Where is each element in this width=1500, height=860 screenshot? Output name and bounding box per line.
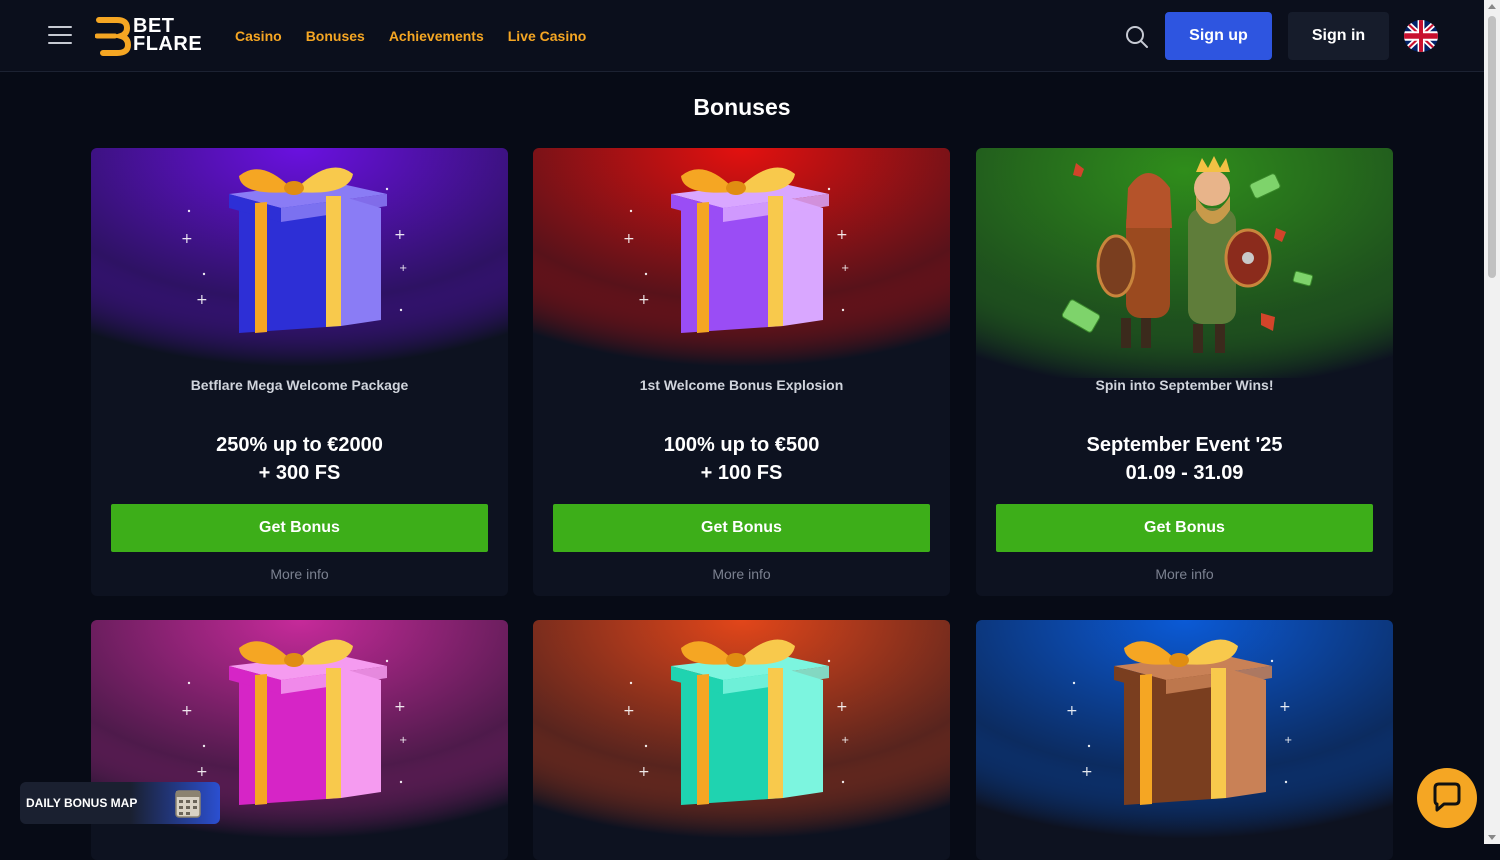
svg-text:+: + <box>1279 699 1291 715</box>
svg-text:+: + <box>394 227 406 243</box>
page-title: Bonuses <box>693 94 791 120</box>
bonus-subtitle: Spin into September Wins! <box>1095 377 1274 393</box>
page-scrollbar[interactable] <box>1484 0 1500 844</box>
svg-text:+: + <box>638 764 650 780</box>
bonus-card: + + + + <box>91 620 508 860</box>
svg-text:+: + <box>623 231 635 247</box>
svg-text:+: + <box>1081 764 1093 780</box>
svg-text:+: + <box>1066 703 1078 719</box>
svg-text:+: + <box>181 231 193 247</box>
bonus-offer: September Event '25 01.09 - 31.09 <box>976 431 1393 487</box>
svg-text:+: + <box>399 263 407 274</box>
svg-text:+: + <box>638 292 650 308</box>
sign-up-button[interactable]: Sign up <box>1165 12 1272 60</box>
nav-casino[interactable]: Casino <box>235 28 282 44</box>
main-nav: Casino Bonuses Achievements Live Casino <box>235 28 586 44</box>
svg-text:+: + <box>836 227 848 243</box>
calendar-map-icon <box>170 785 206 821</box>
bonus-card: + + + + 1st Welcome Bonus Explosion 100%… <box>533 148 950 596</box>
logo-mark-icon <box>94 17 132 56</box>
bonus-subtitle: 1st Welcome Bonus Explosion <box>639 377 844 393</box>
bonus-offer-line1: 100% up to €500 <box>663 434 820 456</box>
bonus-offer-line2: + 100 FS <box>700 462 783 484</box>
gift-box-image: + + + + <box>976 620 1393 850</box>
menu-icon[interactable] <box>48 26 72 44</box>
svg-text:+: + <box>841 735 849 746</box>
more-info-link[interactable]: More info <box>976 566 1393 582</box>
betflare-logo[interactable]: BET FLARE <box>94 16 205 56</box>
bonus-offer-line2: + 300 FS <box>258 462 341 484</box>
daily-bonus-map-label: DAILY BONUS MAP <box>26 796 138 810</box>
sign-in-button[interactable]: Sign in <box>1288 12 1389 60</box>
nav-bonuses[interactable]: Bonuses <box>306 28 365 44</box>
bonus-card: Spin into September Wins! September Even… <box>976 148 1393 596</box>
svg-text:+: + <box>394 699 406 715</box>
svg-text:+: + <box>1284 735 1292 746</box>
svg-text:+: + <box>196 764 208 780</box>
nav-achievements[interactable]: Achievements <box>389 28 484 44</box>
gift-box-image: + + + + <box>533 148 950 378</box>
get-bonus-button[interactable]: Get Bonus <box>111 504 488 552</box>
search-icon[interactable] <box>1124 24 1150 50</box>
bonus-offer-line1: September Event '25 <box>1086 434 1283 456</box>
get-bonus-button[interactable]: Get Bonus <box>996 504 1373 552</box>
bonus-card: + + + + Betflare Mega Welcome Package 25… <box>91 148 508 596</box>
svg-text:+: + <box>841 263 849 274</box>
svg-text:+: + <box>196 292 208 308</box>
bonus-offer: 250% up to €2000 + 300 FS <box>91 431 508 487</box>
gift-box-image: + + + + <box>91 148 508 378</box>
nav-live-casino[interactable]: Live Casino <box>508 28 587 44</box>
uk-flag-icon[interactable] <box>1404 20 1438 52</box>
scroll-up-arrow-icon[interactable] <box>1488 4 1496 9</box>
bonus-card: + + + + <box>976 620 1393 860</box>
daily-bonus-map-button[interactable]: DAILY BONUS MAP <box>20 782 220 824</box>
svg-text:+: + <box>623 703 635 719</box>
bonus-offer: 100% up to €500 + 100 FS <box>533 431 950 487</box>
get-bonus-button[interactable]: Get Bonus <box>553 504 930 552</box>
bonus-subtitle: Betflare Mega Welcome Package <box>190 377 409 393</box>
gift-box-image: + + + + <box>533 620 950 850</box>
svg-text:+: + <box>181 703 193 719</box>
warriors-event-image <box>976 148 1393 378</box>
more-info-link[interactable]: More info <box>91 566 508 582</box>
top-header: BET FLARE Casino Bonuses Achievements Li… <box>0 0 1484 72</box>
svg-text:+: + <box>399 735 407 746</box>
more-info-link[interactable]: More info <box>533 566 950 582</box>
svg-text:+: + <box>836 699 848 715</box>
bonus-offer-line1: 250% up to €2000 <box>216 434 383 456</box>
scroll-down-arrow-icon[interactable] <box>1488 835 1496 840</box>
logo-text-flare: FLARE <box>133 33 203 55</box>
chat-bubble-icon[interactable] <box>1417 768 1477 828</box>
bonus-card: + + + + <box>533 620 950 860</box>
bonus-offer-line2: 01.09 - 31.09 <box>1125 462 1244 484</box>
scroll-thumb[interactable] <box>1488 16 1496 278</box>
